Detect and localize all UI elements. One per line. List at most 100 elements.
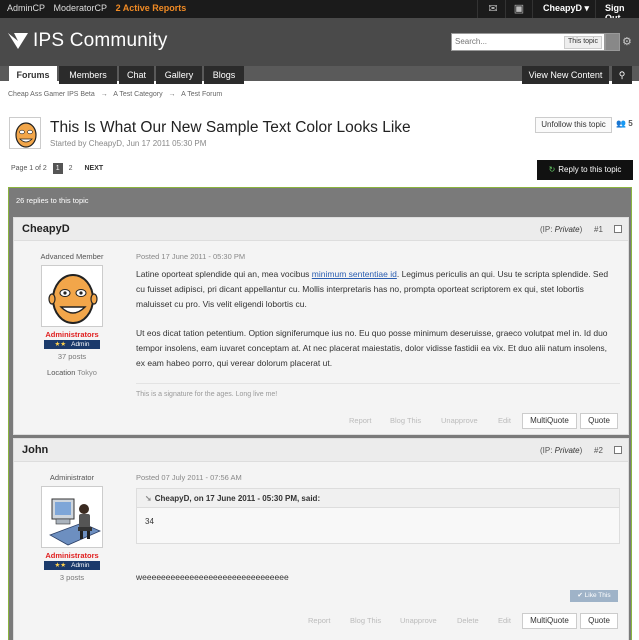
moderatorcp-link[interactable]: ModeratorCP (54, 3, 108, 13)
check-icon: ✔ (577, 592, 583, 599)
search-box: This topic (451, 33, 605, 51)
user-name: CheapyD (543, 3, 583, 13)
tab-members[interactable]: Members (59, 66, 117, 84)
reply-button[interactable]: ↻ Reply to this topic (537, 160, 633, 180)
replies-container: 26 replies to this topic CheapyD (IP: Pr… (8, 187, 632, 640)
avatar[interactable] (41, 486, 103, 548)
post-select-checkbox[interactable] (614, 446, 622, 454)
reports-link[interactable]: 2 Active Reports (116, 3, 187, 13)
post-author[interactable]: CheapyD (22, 223, 70, 235)
rank-badge: ★★ Admin (44, 340, 100, 349)
blog-this-link[interactable]: Blog This (390, 416, 421, 425)
tab-blogs[interactable]: Blogs (204, 66, 244, 84)
rank-stars: ★★ (54, 562, 67, 569)
gear-icon[interactable]: ⚙ (622, 35, 632, 48)
quote-button[interactable]: Quote (580, 413, 618, 429)
inbox-icon[interactable]: ✉ (486, 2, 500, 16)
people-icon: 👥 (616, 119, 626, 128)
post-date: Posted 07 July 2011 - 07:56 AM (136, 473, 242, 482)
post-author[interactable]: John (22, 444, 48, 456)
reply-label: Reply to this topic (558, 165, 622, 174)
post: John (IP: Private) #2 Administrator Admi… (13, 438, 629, 640)
next-page-link[interactable]: NEXT (84, 165, 103, 172)
viewers-count: 5 (628, 119, 633, 128)
post-actions: Report Blog This Unapprove Delete Edit M… (14, 612, 628, 632)
admin-bar: AdminCP ModeratorCP 2 Active Reports ✉ ▣… (0, 0, 639, 23)
location-pin-icon[interactable]: ⚲ (612, 66, 632, 84)
bald-face-icon (15, 122, 37, 148)
page-1[interactable]: 1 (52, 163, 63, 174)
member-location: Location Tokyo (22, 368, 122, 377)
location-label: Location (47, 368, 76, 377)
member-group: Administrators (45, 330, 99, 339)
arrow-right-icon: → (100, 91, 108, 98)
post-paragraph: Latine oporteat splendide qui an, mea vo… (136, 267, 618, 311)
ip-close: ) (579, 446, 583, 455)
page-2[interactable]: 2 (69, 165, 73, 172)
topic-title: This Is What Our New Sample Text Color L… (50, 119, 411, 136)
quote-attribution: CheapyD, on 17 June 2011 - 05:30 PM, sai… (154, 494, 321, 503)
rank-label: Admin (71, 562, 90, 569)
chevron-down-icon: ▾ (584, 3, 590, 13)
breadcrumb-item[interactable]: Cheap Ass Gamer IPS Beta (8, 91, 95, 98)
post-count: 3 posts (59, 573, 85, 582)
view-new-content-button[interactable]: View New Content (522, 66, 609, 84)
ip-label: (IP: (540, 446, 555, 455)
rank-badge: ★★ Admin (44, 561, 100, 570)
like-this-button[interactable]: ✔ Like This (570, 590, 618, 602)
post-select-checkbox[interactable] (614, 225, 622, 233)
site-title[interactable]: IPS Community (33, 30, 168, 52)
inline-link[interactable]: minimum sententiae id (312, 269, 397, 279)
quote-header: ➘ CheapyD, on 17 June 2011 - 05:30 PM, sa… (137, 489, 619, 508)
user-menu[interactable]: CheapyD ▾ (543, 3, 589, 14)
divider (477, 0, 478, 18)
unapprove-link[interactable]: Unapprove (441, 416, 478, 425)
post-number[interactable]: #2 (594, 446, 603, 455)
multiquote-button[interactable]: MultiQuote (522, 613, 577, 629)
topic-starter-avatar[interactable] (9, 117, 41, 149)
rank-label: Admin (71, 341, 90, 348)
member-group: Administrators (45, 551, 99, 560)
signature-divider (136, 383, 620, 384)
tab-chat[interactable]: Chat (119, 66, 154, 84)
unfollow-topic-button[interactable]: Unfollow this topic (535, 117, 612, 133)
viewers: 👥 5 (616, 119, 633, 128)
member-title: Administrator (49, 473, 95, 482)
breadcrumb-item[interactable]: A Test Forum (181, 91, 222, 98)
divider (505, 0, 506, 18)
avatar[interactable] (41, 265, 103, 327)
site-header: IPS Community This topic ⚙ (0, 18, 639, 66)
page-label: Page 1 of 2 (11, 165, 47, 172)
notifications-icon[interactable]: ▣ (512, 2, 526, 16)
admincp-link[interactable]: AdminCP (7, 3, 45, 13)
logo-icon (8, 33, 28, 49)
member-title: Advanced Member (40, 252, 104, 261)
post-header: John (IP: Private) #2 (14, 439, 628, 462)
edit-link[interactable]: Edit (498, 616, 511, 625)
post-ip: (IP: Private) (540, 225, 582, 234)
quote-arrow-icon[interactable]: ➘ (145, 494, 152, 503)
search-button[interactable] (605, 33, 620, 51)
edit-link[interactable]: Edit (498, 416, 511, 425)
quote-button[interactable]: Quote (580, 613, 618, 629)
post-actions: Report Blog This Unapprove Edit MultiQuo… (14, 412, 628, 432)
search-input[interactable] (452, 34, 562, 49)
multiquote-button[interactable]: MultiQuote (522, 413, 577, 429)
post: CheapyD (IP: Private) #1 Advanced Member… (13, 217, 629, 435)
delete-link[interactable]: Delete (457, 616, 479, 625)
search-scope[interactable]: This topic (564, 36, 602, 49)
reply-icon: ↻ (548, 165, 556, 174)
tab-gallery[interactable]: Gallery (156, 66, 202, 84)
quote-block: ➘ CheapyD, on 17 June 2011 - 05:30 PM, sa… (136, 488, 620, 544)
unapprove-link[interactable]: Unapprove (400, 616, 437, 625)
bald-face-icon (48, 274, 98, 324)
post-number[interactable]: #1 (594, 225, 603, 234)
tab-forums[interactable]: Forums (9, 66, 57, 87)
blog-this-link[interactable]: Blog This (350, 616, 381, 625)
topic-meta: Started by CheapyD, Jun 17 2011 05:30 PM (50, 139, 207, 148)
signature: This is a signature for the ages. Long l… (136, 391, 278, 398)
ip-value: Private (554, 446, 580, 455)
report-link[interactable]: Report (308, 616, 331, 625)
report-link[interactable]: Report (349, 416, 372, 425)
breadcrumb-item[interactable]: A Test Category (113, 91, 162, 98)
